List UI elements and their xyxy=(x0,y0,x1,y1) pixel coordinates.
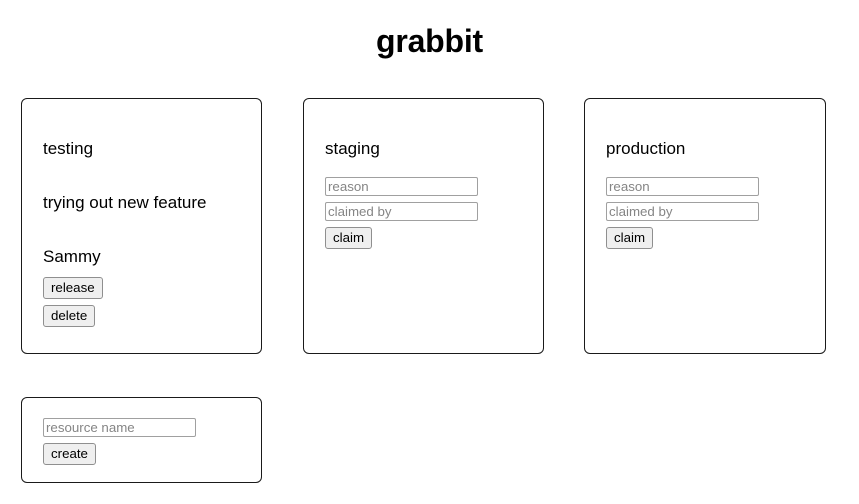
resource-name-label: testing xyxy=(43,139,94,158)
claim-owner-label: Sammy xyxy=(43,247,101,266)
create-resource-card: create xyxy=(21,397,262,483)
resource-card-testing: testing trying out new feature Sammy rel… xyxy=(21,98,262,354)
create-button[interactable]: create xyxy=(43,443,96,465)
resource-name-input[interactable] xyxy=(43,418,196,437)
resource-card-list: testing trying out new feature Sammy rel… xyxy=(0,98,859,356)
resource-actions: release delete xyxy=(43,277,103,327)
resource-card-production: production claim xyxy=(584,98,826,354)
claim-button[interactable]: claim xyxy=(325,227,373,249)
resource-name-label: staging xyxy=(325,139,380,158)
claimed-by-input[interactable] xyxy=(325,202,478,221)
page-title: grabbit xyxy=(375,23,484,59)
delete-button[interactable]: delete xyxy=(43,305,96,327)
claim-form: claim xyxy=(606,177,759,249)
claim-form: claim xyxy=(325,177,478,249)
release-button[interactable]: release xyxy=(43,277,103,299)
resource-card-staging: staging claim xyxy=(303,98,544,354)
claim-button[interactable]: claim xyxy=(606,227,654,249)
claimed-by-input[interactable] xyxy=(606,202,759,221)
reason-input[interactable] xyxy=(325,177,478,196)
claim-reason-label: trying out new feature xyxy=(43,193,207,212)
create-resource-form: create xyxy=(43,418,196,465)
resource-name-label: production xyxy=(606,139,686,158)
reason-input[interactable] xyxy=(606,177,759,196)
